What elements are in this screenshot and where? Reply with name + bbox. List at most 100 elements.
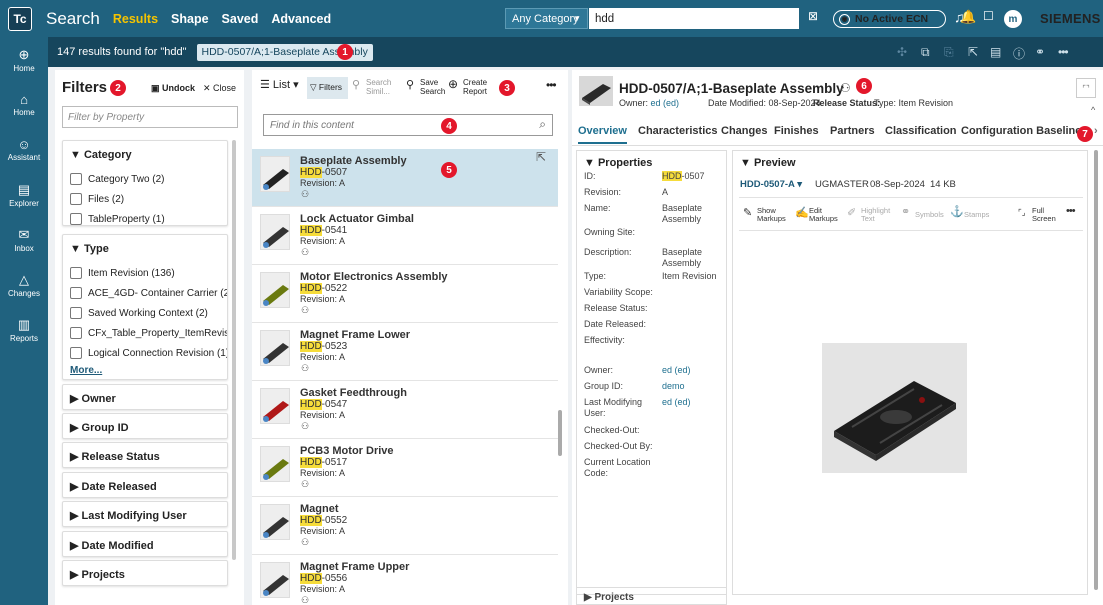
more-options-icon[interactable]: ••• [1066,206,1076,217]
share-icon[interactable]: ⇱ [968,45,978,59]
filter-option[interactable]: CFx_Table_Property_ItemRevision (1) [63,323,227,343]
projects-filter-group[interactable]: ▶ Projects [62,560,228,586]
chevron-up-icon[interactable]: ^ [1091,105,1095,115]
more-options-icon[interactable]: ••• [546,79,557,91]
teamcenter-logo[interactable]: Tc [8,6,32,31]
owner-filter-group[interactable]: ▶ Owner [62,384,228,410]
date-modified-filter-group[interactable]: ▶ Date Modified [62,531,228,557]
tab-saved[interactable]: Saved [222,12,259,26]
model-preview-viewer[interactable] [822,343,967,473]
find-in-content-input[interactable]: Find in this content ⌕ [263,114,553,136]
undock-button[interactable]: ▣ Undock [151,83,195,94]
list-item[interactable]: Lock Actuator Gimbal HDD-0541 Revision: A ⚇ [252,207,558,265]
last-modifying-user-filter-group[interactable]: ▶ Last Modifying User [62,501,228,527]
property-value[interactable]: demo [662,381,722,392]
checkbox[interactable] [70,307,82,319]
date-released-filter-group[interactable]: ▶ Date Released [62,472,228,498]
view-mode-dropdown[interactable]: ☰ List ▾ [260,80,299,91]
nav-inbox[interactable]: ✉ Inbox [0,217,48,262]
info-icon[interactable]: ⓘ [1013,45,1025,62]
filter-toggle-icon[interactable]: ⊠ [808,9,818,23]
checkbox[interactable] [70,267,82,279]
group-id-filter-group[interactable]: ▶ Group ID [62,413,228,439]
copy-icon[interactable]: ⧉ [921,45,930,60]
property-value[interactable]: ed (ed) [662,397,722,408]
add-icon[interactable]: ✣ [897,45,907,59]
nav-assistant[interactable]: ☺ Assistant [0,127,48,172]
item-name[interactable]: PCB3 Motor Drive [300,445,394,457]
release-status-filter-group[interactable]: ▶ Release Status [62,442,228,468]
item-name[interactable]: Magnet [300,503,339,515]
item-name[interactable]: Gasket Feedthrough [300,387,407,399]
list-item[interactable]: Gasket Feedthrough HDD-0547 Revision: A ⚇ [252,381,558,439]
search-icon[interactable]: ⌕ [539,117,546,132]
tab-partners[interactable]: Partners [830,125,875,137]
filters-scrollbar[interactable] [232,140,236,560]
checkbox[interactable] [70,327,82,339]
tab-changes[interactable]: Changes [721,125,767,137]
item-name[interactable]: Baseplate Assembly [300,155,407,167]
user-avatar[interactable]: m [1004,10,1022,28]
preview-file-dropdown[interactable]: HDD-0507-A ▾ [740,179,802,190]
tab-advanced[interactable]: Advanced [271,12,331,26]
filter-option[interactable]: Files (2) [63,189,227,209]
item-name[interactable]: Lock Actuator Gimbal [300,213,414,225]
properties-header[interactable]: ▼ Properties [584,157,652,169]
columns-icon[interactable]: ▤ [990,45,1001,59]
tab-classification[interactable]: Classification [885,125,957,137]
nav-reports[interactable]: ▥ Reports [0,307,48,352]
checkbox[interactable] [70,213,82,225]
checkbox[interactable] [70,173,82,185]
category-group-header[interactable]: ▼ Category [63,141,227,169]
search-icon[interactable]: ⌕ [780,9,787,25]
list-item[interactable]: Magnet Frame Lower HDD-0523 Revision: A ⚇ [252,323,558,381]
paste-icon[interactable]: ⎘ [944,45,954,60]
filter-option[interactable]: Category Two (2) [63,169,227,189]
nav-changes[interactable]: △ Changes [0,262,48,307]
nav-home-global[interactable]: ⊕ Home [0,37,48,82]
tab-results[interactable]: Results [113,12,158,26]
filter-option[interactable]: TableProperty (1) [63,209,227,229]
list-item[interactable]: Baseplate Assembly HDD-0507 Revision: A ⚇ [252,149,558,207]
filter-option[interactable]: Logical Connection Revision (1) [63,343,227,363]
list-item[interactable]: Magnet Frame Upper HDD-0556 Revision: A ⚇ [252,555,558,605]
filter-option[interactable]: ACE_4GD- Container Carrier (2) [63,283,227,303]
tab-finishes[interactable]: Finishes [774,125,819,137]
close-button[interactable]: ✕ Close [203,83,236,94]
list-scrollbar[interactable] [558,410,562,456]
filters-toggle-button[interactable]: ▽ Filters [307,77,348,99]
item-name[interactable]: Magnet Frame Lower [300,329,410,341]
chevron-right-icon[interactable]: › [1094,125,1098,137]
detail-scrollbar[interactable] [1094,150,1098,590]
list-item[interactable]: Magnet HDD-0552 Revision: A ⚇ [252,497,558,555]
filter-by-property-input[interactable]: Filter by Property [62,106,238,128]
clear-icon[interactable]: ✕ [760,9,771,25]
checkbox[interactable] [70,347,82,359]
list-item[interactable]: Motor Electronics Assembly HDD-0522 Revisi… [252,265,558,323]
tab-overview[interactable]: Overview [578,125,627,144]
item-name[interactable]: Magnet Frame Upper [300,561,409,573]
category-select[interactable]: Any Category ▼ [505,8,588,29]
open-icon[interactable]: ⇱ [536,150,546,164]
chat-icon[interactable]: ☐ [983,9,994,23]
tab-configuration-baselines[interactable]: Configuration Baselines [961,125,1088,137]
projects-section-header[interactable]: ▶ Projects [576,587,727,605]
list-item[interactable]: PCB3 Motor Drive HDD-0517 Revision: A ⚇ [252,439,558,497]
tab-shape[interactable]: Shape [171,12,209,26]
owner-meta-value[interactable]: ed (ed) [651,98,680,108]
filter-option[interactable]: Saved Working Context (2) [63,303,227,323]
notification-icon[interactable]: 🔔 [960,9,976,25]
preview-header[interactable]: ▼ Preview [740,157,796,169]
item-name[interactable]: Motor Electronics Assembly [300,271,448,283]
type-group-header[interactable]: ▼ Type [63,235,227,263]
checkbox[interactable] [70,287,82,299]
property-value[interactable]: ed (ed) [662,365,722,376]
related-icon[interactable]: ⚭ [1035,45,1045,59]
filter-option[interactable]: Item Revision (136) [63,263,227,283]
more-options-icon[interactable]: ••• [1058,45,1069,59]
nav-home[interactable]: ⌂ Home [0,82,48,127]
fullscreen-button[interactable]: ⌜⌝ [1076,78,1096,98]
checkbox[interactable] [70,193,82,205]
more-link[interactable]: More... [63,363,227,382]
active-ecn-button[interactable]: ◉ No Active ECN [833,10,946,28]
